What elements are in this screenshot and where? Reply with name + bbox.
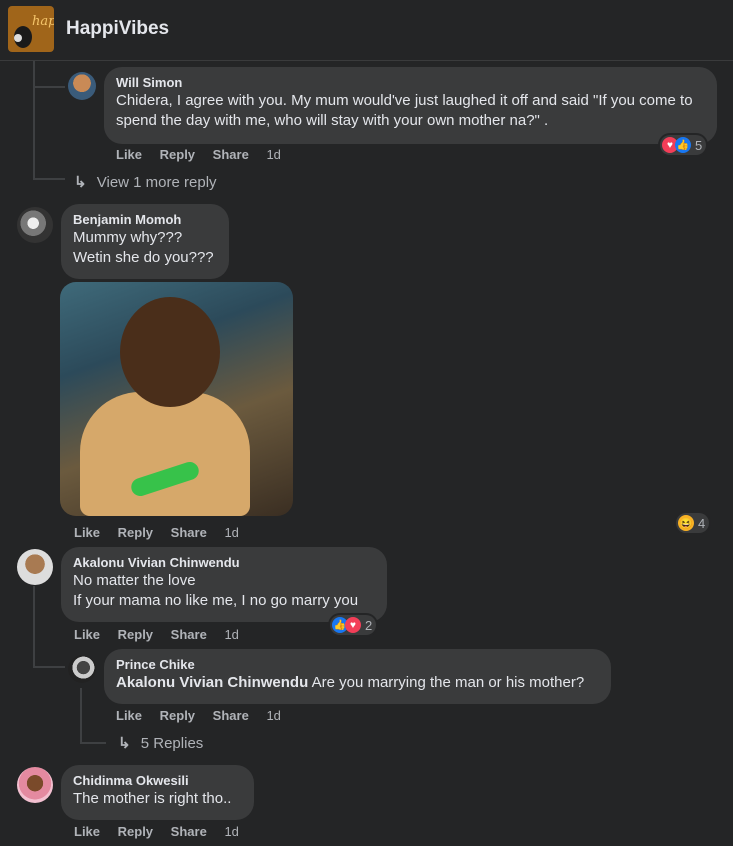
mention-link[interactable]: Akalonu Vivian Chinwendu <box>116 674 308 691</box>
page-title[interactable]: HappiVibes <box>66 18 169 40</box>
reaction-count: 4 <box>698 515 706 531</box>
comment-photo[interactable] <box>60 282 293 516</box>
view-replies-label: 5 Replies <box>140 735 204 752</box>
comment-actions: Like Reply Share 1d <box>116 147 295 162</box>
haha-icon: 😆 <box>678 515 694 531</box>
comment-author[interactable]: Prince Chike <box>116 657 599 673</box>
comment-actions: Like Reply Share 1d <box>116 708 295 723</box>
like-button[interactable]: Like <box>74 525 100 540</box>
share-button[interactable]: Share <box>171 824 207 839</box>
like-button[interactable]: Like <box>116 147 142 162</box>
share-button[interactable]: Share <box>213 147 249 162</box>
thread-line <box>80 688 82 744</box>
comment-timestamp[interactable]: 1d <box>224 525 238 540</box>
comment-timestamp[interactable]: 1d <box>224 824 238 839</box>
photo-child-face <box>120 297 220 407</box>
avatar-figure-highlight <box>14 34 22 42</box>
avatar[interactable] <box>68 72 96 100</box>
view-replies-link[interactable]: ↳ 5 Replies <box>118 734 203 752</box>
comment-text: Mummy why??? Wetin she do you??? <box>73 229 214 266</box>
like-button[interactable]: Like <box>116 708 142 723</box>
comment-text: The mother is right tho.. <box>73 790 232 807</box>
share-button[interactable]: Share <box>171 627 207 642</box>
comment-actions: Like Reply Share 1d <box>74 627 253 642</box>
reaction-summary[interactable]: 😆 4 <box>676 513 710 533</box>
view-more-replies-link[interactable]: ↳ View 1 more reply <box>74 173 217 191</box>
comment-author[interactable]: Akalonu Vivian Chinwendu <box>73 555 375 571</box>
avatar[interactable] <box>17 767 53 803</box>
avatar[interactable] <box>17 207 53 243</box>
reply-arrow-icon: ↳ <box>74 174 87 191</box>
reaction-summary[interactable]: ♥ 👍 5 <box>660 135 707 155</box>
comment-bubble: Will Simon Chidera, I agree with you. My… <box>104 67 717 144</box>
comment-bubble: Benjamin Momoh Mummy why??? Wetin she do… <box>61 204 229 279</box>
comment-text-body: Are you marrying the man or his mother? <box>308 674 585 691</box>
reply-button[interactable]: Reply <box>118 525 153 540</box>
avatar[interactable] <box>68 655 96 683</box>
thread-branch <box>33 666 65 668</box>
comment-bubble: Akalonu Vivian Chinwendu No matter the l… <box>61 547 387 622</box>
comment-actions: Like Reply Share 1d <box>74 525 253 540</box>
thread-branch <box>33 178 65 180</box>
comment-text: Akalonu Vivian Chinwendu Are you marryin… <box>116 673 599 693</box>
comment-bubble: Chidinma Okwesili The mother is right th… <box>61 765 254 820</box>
view-more-label: View 1 more reply <box>96 174 217 191</box>
thread-line <box>33 61 35 180</box>
share-button[interactable]: Share <box>171 525 207 540</box>
reply-button[interactable]: Reply <box>118 627 153 642</box>
reaction-summary[interactable]: 👍 ♥ 2 <box>330 615 377 635</box>
avatar[interactable] <box>17 549 53 585</box>
like-icon: 👍 <box>675 137 691 153</box>
page-avatar[interactable]: hap <box>8 6 54 52</box>
comment-author[interactable]: Will Simon <box>116 75 705 91</box>
comment-timestamp[interactable]: 1d <box>266 147 280 162</box>
thread-branch <box>80 742 106 744</box>
photo-child-shirt <box>80 392 250 516</box>
page-avatar-logo-text: hap <box>32 14 54 29</box>
share-button[interactable]: Share <box>213 708 249 723</box>
reaction-count: 5 <box>695 137 703 153</box>
comment-text: Chidera, I agree with you. My mum would'… <box>116 92 693 129</box>
reply-button[interactable]: Reply <box>160 708 195 723</box>
reply-arrow-icon: ↳ <box>118 735 131 752</box>
page-header: hap HappiVibes <box>0 0 733 61</box>
comment-actions: Like Reply Share 1d <box>74 824 253 839</box>
like-button[interactable]: Like <box>74 627 100 642</box>
heart-icon: ♥ <box>345 617 361 633</box>
reply-button[interactable]: Reply <box>160 147 195 162</box>
comment-author[interactable]: Chidinma Okwesili <box>73 773 242 789</box>
reply-button[interactable]: Reply <box>118 824 153 839</box>
comment-timestamp[interactable]: 1d <box>224 627 238 642</box>
reaction-count: 2 <box>365 617 373 633</box>
comment-text: No matter the love If your mama no like … <box>73 572 359 609</box>
thread-line <box>33 586 35 668</box>
like-button[interactable]: Like <box>74 824 100 839</box>
thread-branch <box>33 86 65 88</box>
comment-bubble: Prince Chike Akalonu Vivian Chinwendu Ar… <box>104 649 611 704</box>
comment-author[interactable]: Benjamin Momoh <box>73 212 217 228</box>
comment-timestamp[interactable]: 1d <box>266 708 280 723</box>
